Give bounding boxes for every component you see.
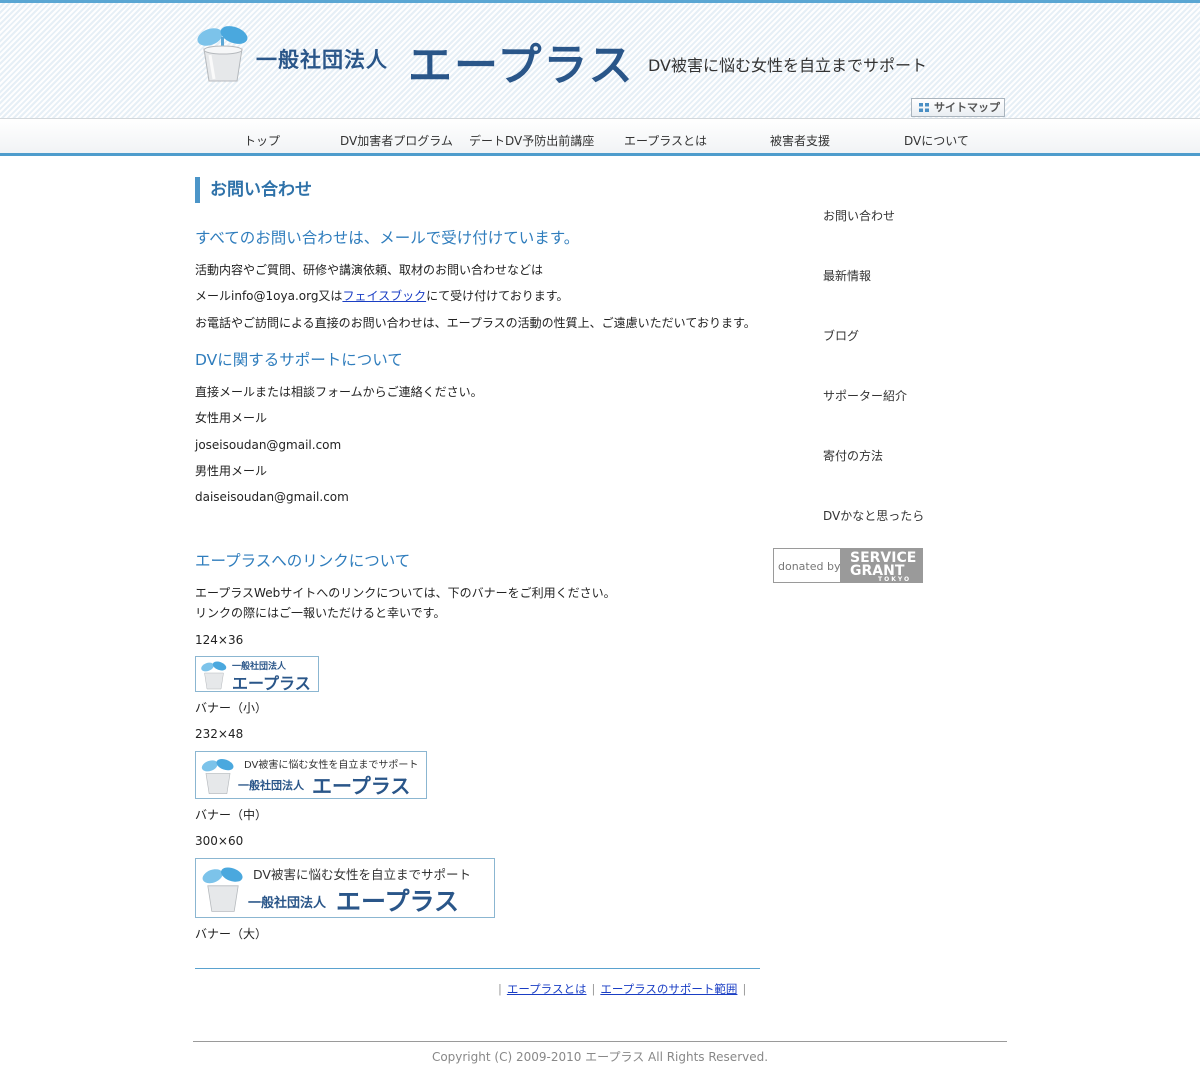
sitemap-label: サイトマップ	[934, 101, 1000, 114]
nav-item-victim-support[interactable]: 被害者支援	[770, 132, 830, 149]
nav-item-about-dv[interactable]: DVについて	[904, 132, 969, 149]
female-email: joseisoudan@gmail.com	[195, 438, 342, 452]
global-nav: トップ DV加害者プログラム デートDV予防出前講座 エープラスとは 被害者支援…	[0, 118, 1200, 156]
service-grant-badge[interactable]: donated by SERVICE GRANT TOKYO	[773, 548, 923, 583]
contact-text-2-suffix: にて受け付けております。	[426, 289, 569, 303]
contact-text-3: お電話やご訪問による直接のお問い合わせは、エープラスの活動の性質上、ご遠慮いただ…	[195, 316, 756, 330]
bottom-link-about[interactable]: エープラスとは	[507, 982, 587, 996]
contact-text-2-prefix: メールinfo@1oya.org又は	[195, 289, 343, 303]
service-grant-logo: SERVICE GRANT TOKYO	[840, 549, 922, 583]
nav-item-top[interactable]: トップ	[244, 132, 280, 149]
banner-large-org-name: エープラス	[336, 887, 460, 916]
banner-medium-size: 232×48	[195, 727, 244, 741]
donated-by-label: donated by	[778, 560, 841, 573]
footer-divider	[193, 1041, 1007, 1042]
sidebar-item-dv-check[interactable]: DVかなと思ったら	[823, 507, 924, 524]
bottom-links: | エープラスとは | エープラスのサポート範囲 |	[498, 982, 747, 996]
plant-pot-logo-icon	[197, 26, 248, 82]
links-text-2: リンクの際にはご一報いただけると幸いです。	[195, 606, 446, 620]
sidebar-item-donation[interactable]: 寄付の方法	[823, 447, 883, 464]
nav-item-date-dv[interactable]: デートDV予防出前講座	[469, 132, 594, 149]
links-text-1: エープラスWebサイトへのリンクについては、下のバナーをご利用ください。	[195, 586, 616, 600]
banner-large-size: 300×60	[195, 834, 244, 848]
banner-small-size: 124×36	[195, 633, 244, 647]
banner-medium[interactable]: DV被害に悩む女性を自立までサポート 一般社団法人 エープラス	[195, 751, 427, 799]
banner-medium-org-name: エープラス	[312, 774, 411, 798]
banner-medium-org-prefix: 一般社団法人	[238, 779, 304, 792]
sidebar-item-blog[interactable]: ブログ	[823, 327, 859, 344]
page-title: お問い合わせ	[195, 177, 312, 203]
sidebar-item-contact[interactable]: お問い合わせ	[823, 207, 895, 224]
plant-pot-icon	[201, 758, 234, 795]
service-grant-line-3: TOKYO	[878, 576, 912, 583]
banner-small[interactable]: 一般社団法人 エープラス	[195, 656, 319, 692]
copyright: Copyright (C) 2009-2010 エープラス All Rights…	[431, 1050, 769, 1064]
facebook-link[interactable]: フェイスブック	[342, 289, 426, 303]
banner-small-caption: バナー（小）	[195, 701, 268, 715]
banner-large-org-prefix: 一般社団法人	[248, 896, 327, 911]
bottom-link-support-range[interactable]: エープラスのサポート範囲	[600, 982, 737, 996]
grid-icon	[919, 103, 929, 112]
male-email: daiseisoudan@gmail.com	[195, 490, 349, 504]
org-prefix: 一般社団法人	[256, 47, 388, 72]
plant-pot-icon	[201, 661, 227, 690]
contact-text-2: メールinfo@1oya.org又はフェイスブックにて受け付けております。	[195, 286, 569, 306]
banner-small-org-name: エープラス	[232, 674, 311, 692]
banner-large-tagline: DV被害に悩む女性を自立までサポート	[253, 867, 471, 882]
banner-large[interactable]: DV被害に悩む女性を自立までサポート 一般社団法人 エープラス	[195, 858, 495, 918]
section-heading-dv-support: DVに関するサポートについて	[195, 351, 403, 369]
male-email-label: 男性用メール	[195, 464, 268, 478]
section-heading-contact: すべてのお問い合わせは、メールで受け付けています。	[195, 229, 580, 247]
sitemap-button[interactable]: サイトマップ	[911, 98, 1005, 117]
site-header: 一般社団法人 エープラス DV被害に悩む女性を自立までサポート サイトマップ	[0, 0, 1200, 118]
nav-item-dv-program[interactable]: DV加害者プログラム	[340, 132, 453, 149]
dv-support-text: 直接メールまたは相談フォームからご連絡ください。	[195, 385, 483, 399]
female-email-label: 女性用メール	[195, 411, 268, 425]
banner-medium-tagline: DV被害に悩む女性を自立までサポート	[244, 760, 419, 771]
org-name-logo[interactable]: エープラス	[408, 29, 634, 93]
banner-large-caption: バナー（大）	[195, 927, 268, 941]
plant-pot-icon	[202, 867, 243, 912]
contact-text-1: 活動内容やご質問、研修や講演依頼、取材のお問い合わせなどは	[195, 263, 544, 277]
nav-item-about[interactable]: エープラスとは	[624, 132, 707, 149]
banner-medium-caption: バナー（中）	[195, 808, 268, 822]
site-tagline: DV被害に悩む女性を自立までサポート	[648, 56, 927, 75]
section-heading-links: エープラスへのリンクについて	[195, 552, 411, 570]
content-divider	[195, 968, 760, 969]
sidebar-item-supporters[interactable]: サポーター紹介	[823, 387, 907, 404]
sidebar-item-news[interactable]: 最新情報	[823, 267, 871, 284]
